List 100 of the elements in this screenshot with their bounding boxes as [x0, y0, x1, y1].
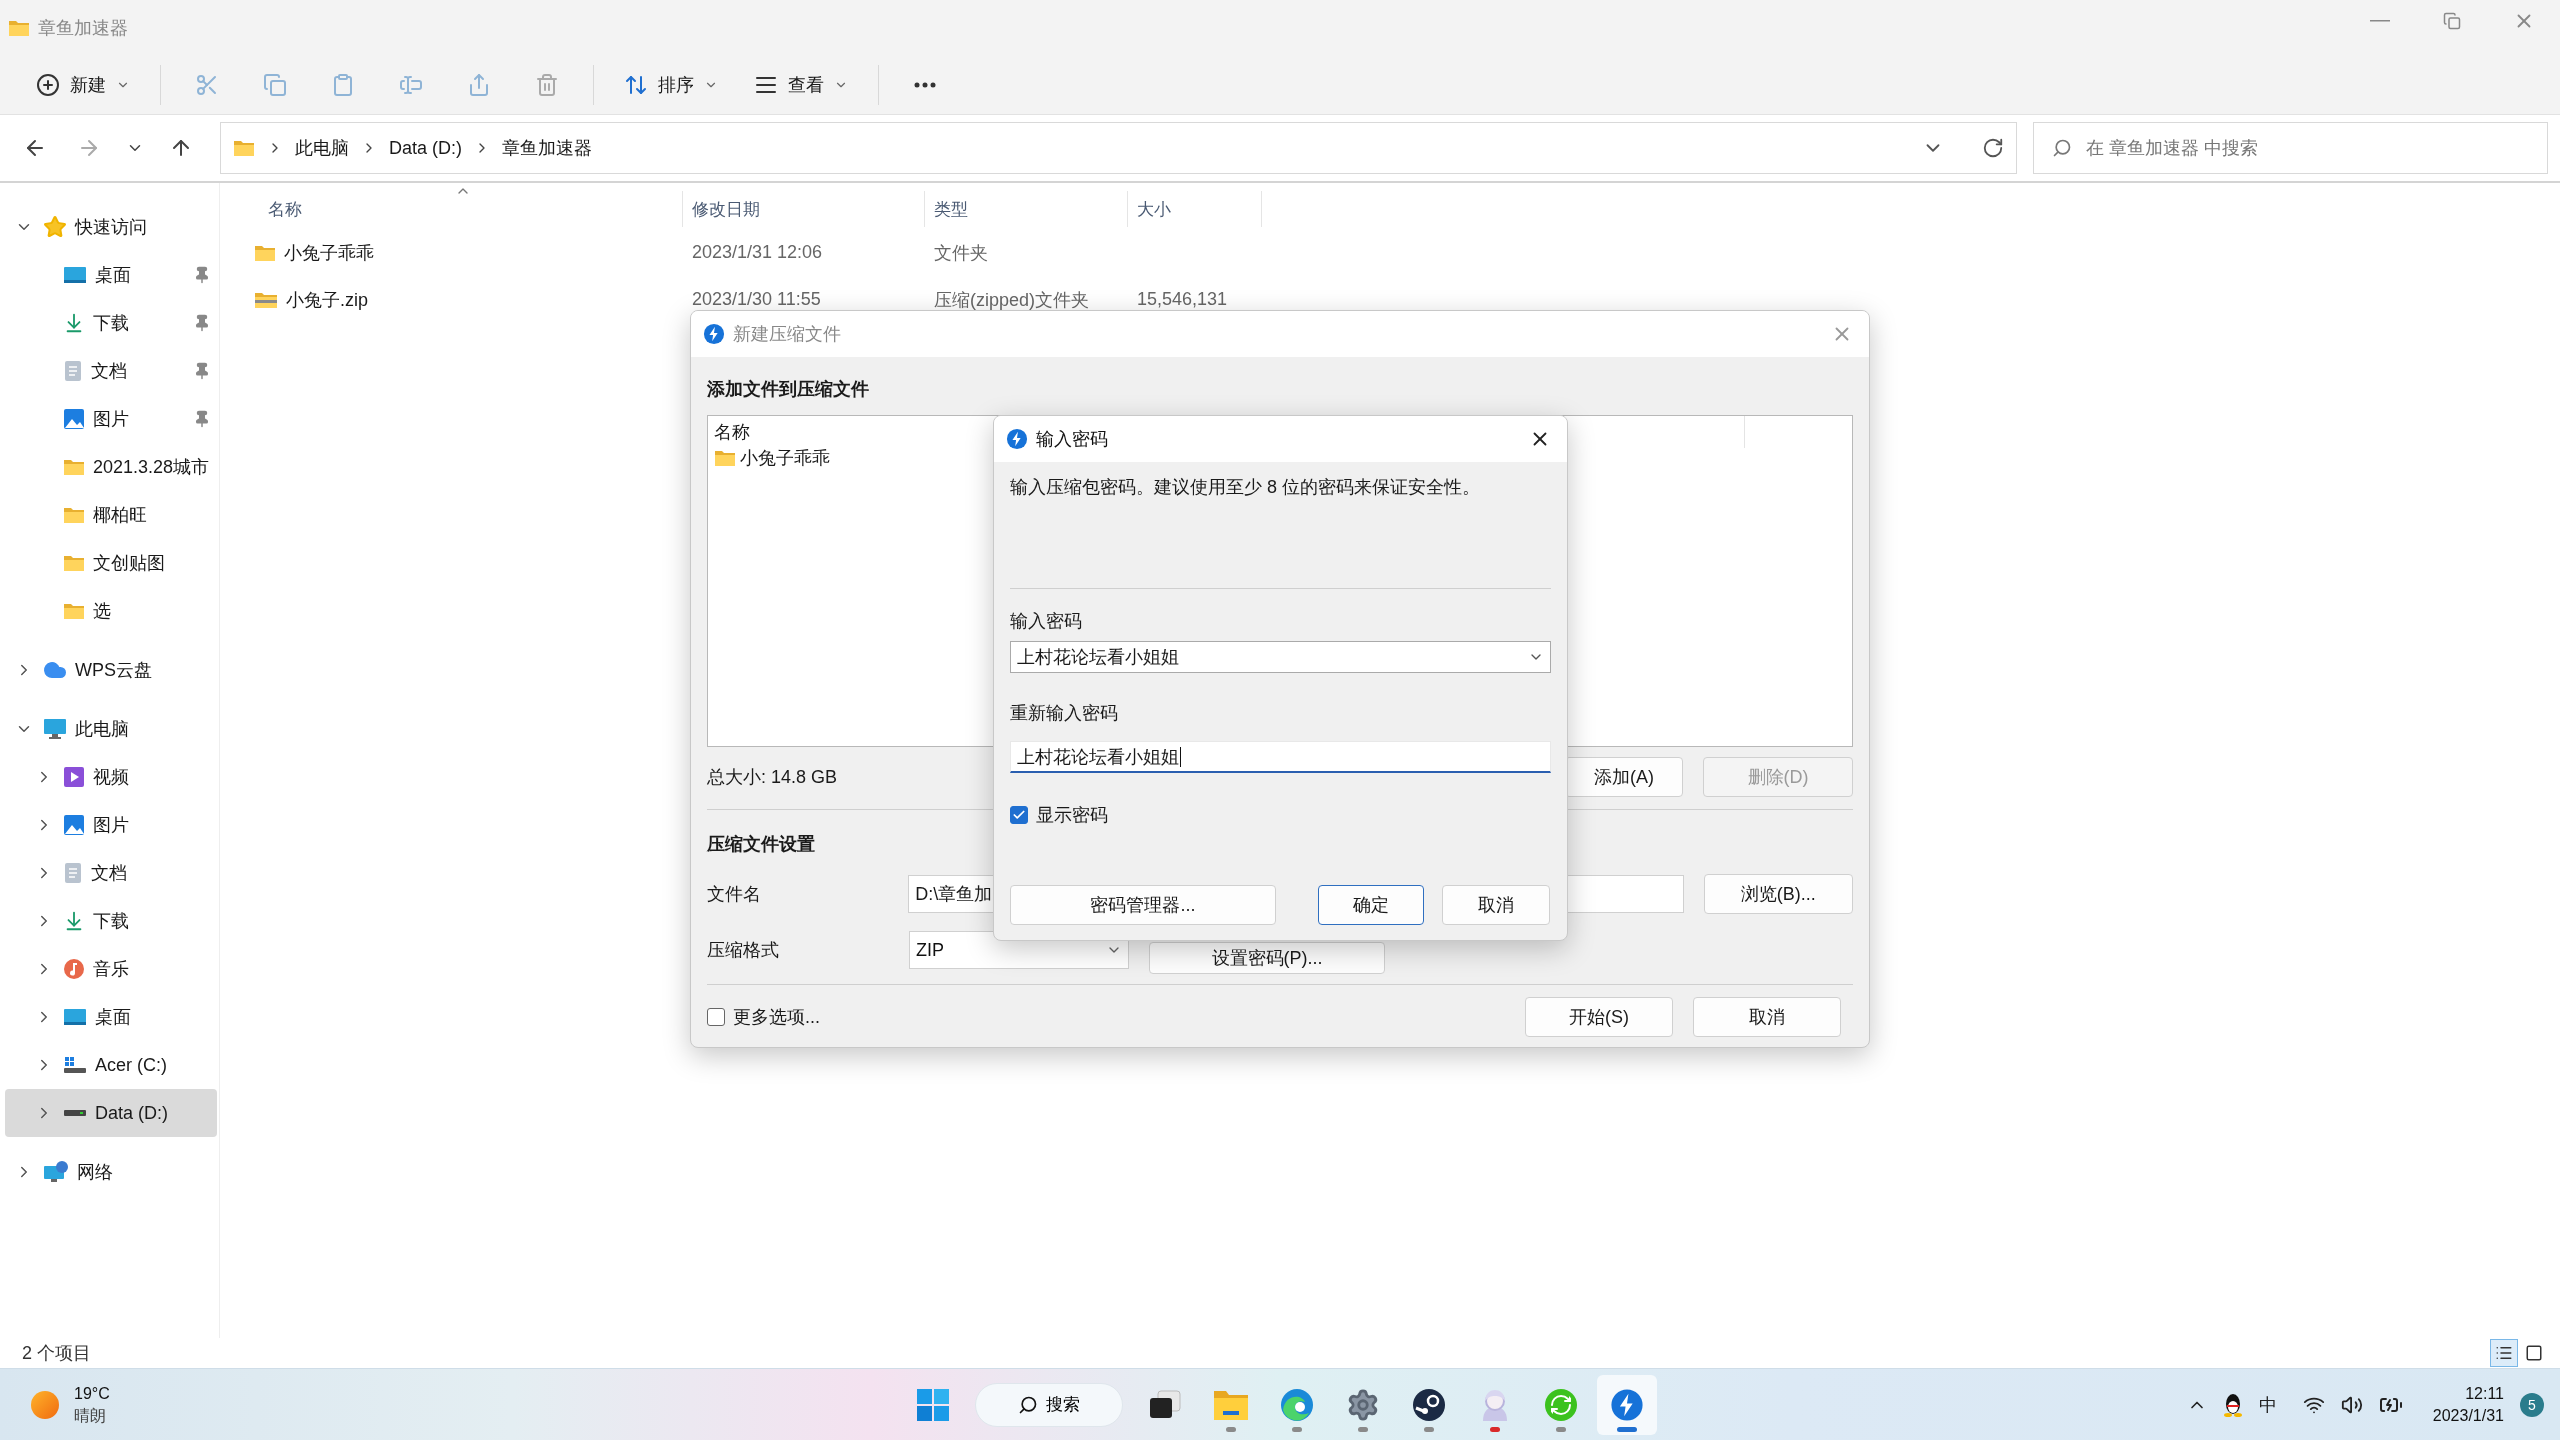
folder-icon [63, 458, 85, 476]
breadcrumb[interactable]: Data (D:) [389, 137, 462, 159]
bolt-icon [1006, 428, 1028, 450]
sidebar-item[interactable]: 此电脑 [5, 705, 217, 753]
sidebar-item[interactable]: 选 [5, 587, 217, 635]
sidebar-item[interactable]: Acer (C:) [5, 1041, 217, 1089]
settings-icon [1346, 1387, 1380, 1422]
sidebar-item[interactable]: Data (D:) [5, 1089, 217, 1137]
file-name[interactable]: 小兔子乖乖 [250, 240, 683, 265]
address-bar[interactable]: 此电脑 Data (D:) 章鱼加速器 [220, 122, 2017, 174]
dialog-button[interactable]: 密码管理器... [1010, 885, 1276, 925]
view-button[interactable]: 查看 [740, 62, 862, 107]
folder-icon [8, 18, 30, 37]
sidebar-item[interactable]: 图片 [5, 395, 217, 443]
field-label: 重新输入密码 [1010, 702, 1119, 725]
details-view-button[interactable] [2490, 1339, 2518, 1367]
dialog-button[interactable]: 取消 [1693, 997, 1841, 1037]
network-icon [43, 1160, 69, 1184]
search-icon [1018, 1394, 1038, 1415]
sync-icon [1545, 1388, 1577, 1421]
folder-icon [233, 139, 255, 157]
set-password-button[interactable]: 设置密码(P)... [1149, 942, 1385, 974]
more-options-checkbox[interactable]: 更多选项... [707, 1005, 820, 1029]
field-label: 压缩格式 [707, 939, 780, 962]
scissors-icon [195, 72, 219, 97]
breadcrumb[interactable]: 此电脑 [295, 136, 349, 160]
section-heading: 添加文件到压缩文件 [707, 378, 870, 401]
penguin-icon [2222, 1392, 2243, 1417]
column-header[interactable]: 类型 [934, 197, 968, 221]
sidebar-item[interactable]: 网络 [5, 1148, 217, 1196]
sidebar-item[interactable]: 文档 [5, 347, 217, 395]
total-size: 总大小: 14.8 GB [707, 766, 838, 789]
sidebar-item[interactable]: 下载 [5, 299, 217, 347]
sidebar-item[interactable]: 视频 [5, 753, 217, 801]
checkmark-icon [1012, 808, 1026, 822]
confirm-password-field[interactable]: 上村花论坛看小姐姐 [1010, 741, 1551, 773]
browse-button[interactable]: 浏览(B)... [1703, 874, 1853, 914]
sidebar-item[interactable]: 椰柏旺 [5, 491, 217, 539]
sidebar-item[interactable]: 音乐 [5, 945, 217, 993]
sidebar-item[interactable]: WPS云盘 [5, 646, 217, 694]
folder-icon [254, 243, 276, 262]
music-icon [63, 958, 85, 980]
star-icon [43, 215, 67, 239]
zip-folder-icon [254, 290, 278, 309]
file-name[interactable]: 小兔子.zip [250, 287, 683, 312]
dialog-button[interactable]: 添加(A) [1565, 757, 1683, 797]
video-icon [63, 766, 85, 788]
sidebar-item[interactable]: 2021.3.28城市 [5, 443, 217, 491]
folder-icon [63, 602, 85, 620]
input-method-button[interactable]: 中 [2258, 1392, 2277, 1417]
dialog-button[interactable]: 确定 [1318, 885, 1424, 925]
sidebar-item[interactable]: 快速访问 [5, 203, 217, 251]
dialog-title: 新建压缩文件 [733, 323, 841, 346]
folder-icon [63, 554, 85, 572]
section-heading: 压缩文件设置 [707, 833, 816, 856]
breadcrumb[interactable]: 章鱼加速器 [502, 136, 592, 160]
sun-icon [30, 1389, 60, 1420]
folder-icon [714, 449, 736, 467]
drive-icon [63, 1109, 87, 1117]
dialog-message: 输入压缩包密码。建议使用至少 8 位的密码来保证安全性。 [1010, 476, 1481, 499]
taskbar-search[interactable]: 搜索 [975, 1382, 1123, 1427]
task-view-icon [1148, 1389, 1182, 1420]
column-header[interactable]: 修改日期 [692, 197, 760, 221]
notification-badge: 5 [2520, 1392, 2544, 1417]
plus-icon [36, 72, 60, 97]
table-cell-text: 2023/1/30 11:55 [691, 289, 822, 310]
dialog-button[interactable]: 取消 [1442, 885, 1550, 925]
penguin-button[interactable] [2222, 1392, 2243, 1417]
sidebar-item[interactable]: 下载 [5, 897, 217, 945]
monitor-icon [43, 718, 67, 740]
sidebar-item[interactable]: 桌面 [5, 251, 217, 299]
copy-icon [263, 72, 287, 97]
sort-button[interactable]: 排序 [610, 62, 732, 107]
password-field[interactable]: 上村花论坛看小姐姐 [1010, 641, 1551, 673]
restore-icon [2443, 11, 2461, 30]
table-cell-text: 文件夹 [933, 241, 989, 265]
windows-icon [916, 1387, 950, 1422]
folder-icon [63, 506, 85, 524]
sidebar-item[interactable]: 文档 [5, 849, 217, 897]
clock[interactable]: 12:11 2023/1/31 [2432, 1382, 2504, 1427]
trash-icon [535, 72, 559, 97]
column-header[interactable]: 名称 [268, 197, 302, 221]
temperature: 19°C [74, 1383, 110, 1404]
document-icon [63, 862, 83, 884]
picture-icon [63, 408, 85, 430]
document-icon [63, 360, 83, 382]
sidebar-item[interactable]: 文创贴图 [5, 539, 217, 587]
desktop-icon [63, 1007, 87, 1027]
field-label: 文件名 [707, 883, 762, 906]
search-field[interactable]: 在 章鱼加速器 中搜索 [2033, 122, 2548, 174]
refresh-icon[interactable] [1982, 137, 2004, 159]
field-label: 输入密码 [1010, 610, 1083, 633]
dialog-button[interactable]: 开始(S) [1525, 997, 1673, 1037]
table-cell-text: 15,546,131 [1136, 289, 1229, 310]
new-button[interactable]: 新建 [22, 62, 144, 107]
column-header[interactable]: 大小 [1137, 197, 1171, 221]
sidebar-item[interactable]: 图片 [5, 801, 217, 849]
more-icon [914, 81, 936, 88]
show-password-checkbox[interactable]: 显示密码 [1010, 803, 1551, 827]
sidebar-item[interactable]: 桌面 [5, 993, 217, 1041]
